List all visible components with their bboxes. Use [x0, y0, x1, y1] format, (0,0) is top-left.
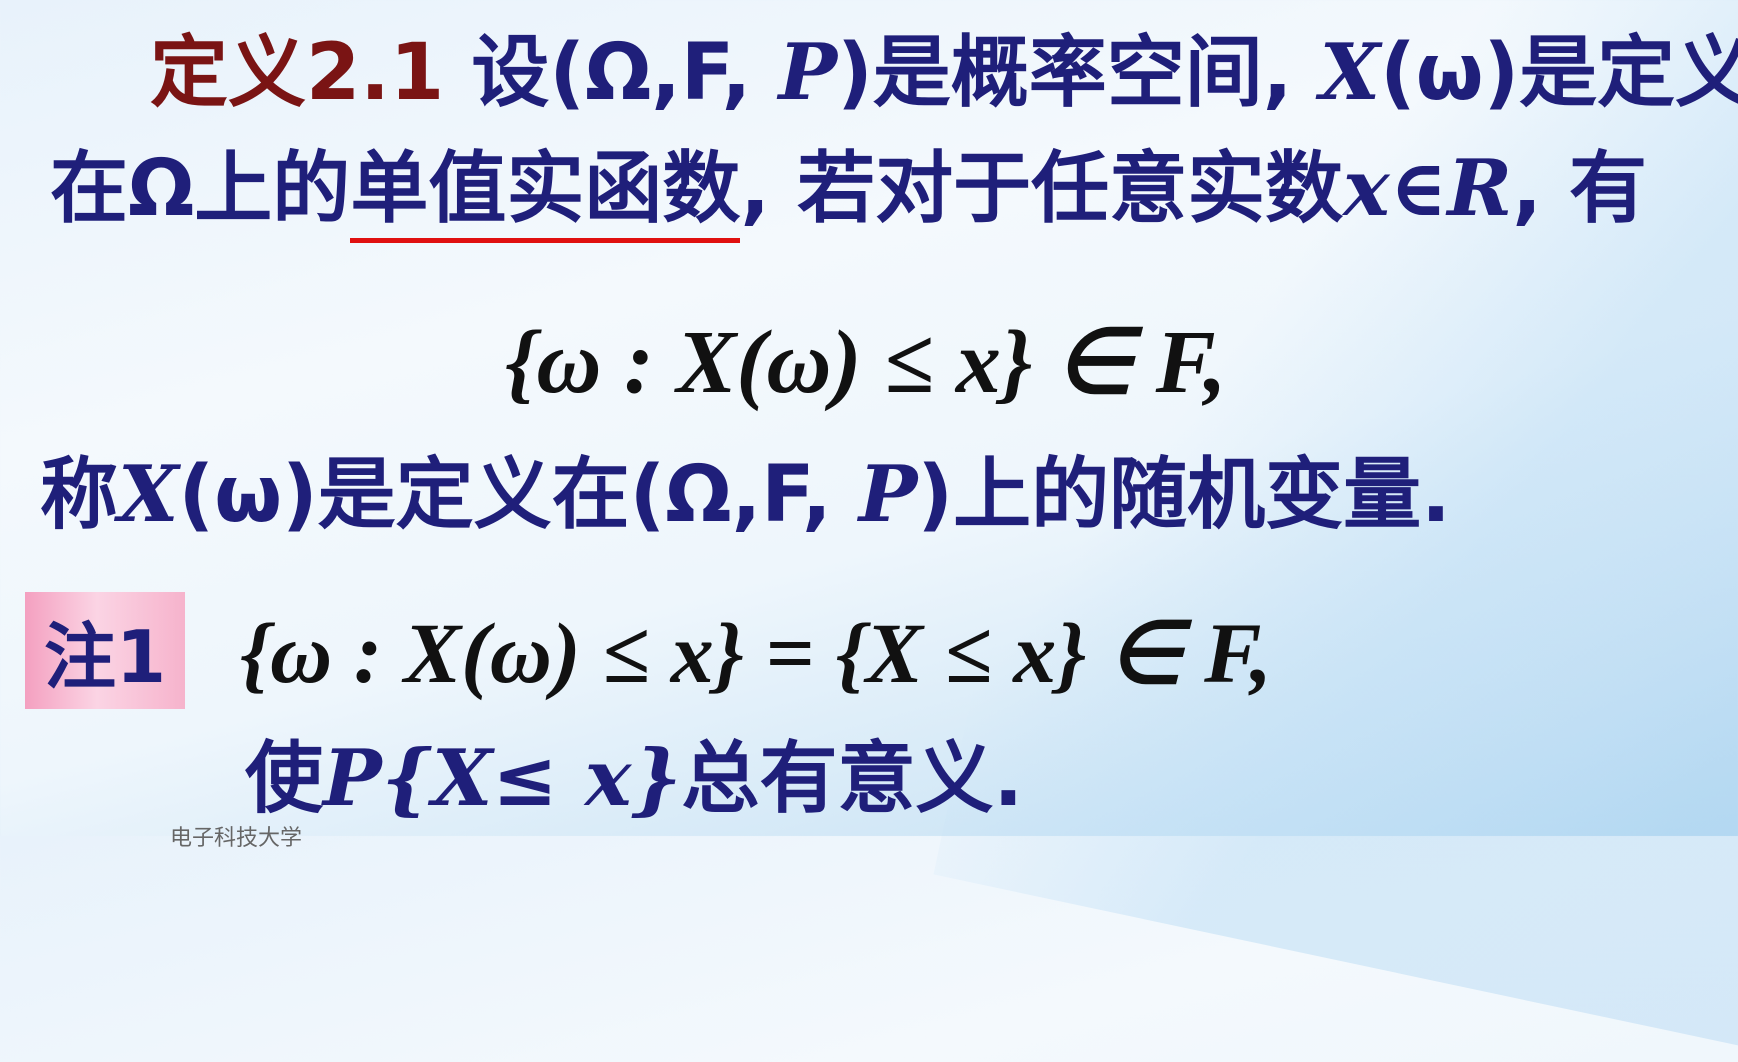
- note-formula: {ω : X(ω) ≤ x} = {X ≤ x} ∈ F,: [240, 605, 1272, 701]
- line3-p: P: [858, 449, 918, 540]
- note-tag: 注1: [25, 592, 185, 709]
- footer-university: 电子科技大学: [170, 825, 303, 850]
- random-variable-x: X: [1319, 27, 1381, 118]
- definition-label: 定义2.1: [150, 28, 445, 118]
- line3-text-b: (ω)是定义在(Ω,F,: [178, 450, 859, 540]
- line2-text-b: , 若对于任意实数: [740, 144, 1344, 234]
- definition-line-1: 定义2.1 设(Ω,F, P)是概率空间, X(ω)是定义: [150, 34, 1738, 113]
- definition-text-a: 设(Ω,F,: [444, 28, 779, 118]
- line2-text-a: 在Ω上的: [50, 144, 351, 234]
- definition-line-2: 在Ω上的单值实函数, 若对于任意实数x∈R, 有: [50, 144, 1647, 243]
- line3-text-a: 称: [40, 450, 119, 540]
- line3-x: X: [118, 449, 179, 540]
- note-text-a: 使: [245, 734, 324, 824]
- prob-symbol-p: P: [778, 27, 838, 118]
- slide: 定义2.1 设(Ω,F, P)是概率空间, X(ω)是定义 在Ω上的单值实函数,…: [0, 0, 1738, 1062]
- definition-text-b: )是概率空间,: [837, 28, 1320, 118]
- note-label: 注1: [43, 615, 167, 699]
- note-math: P{X≤ x}: [323, 733, 682, 824]
- line3-text-c: )上的随机变量.: [917, 450, 1451, 540]
- definition-line-3: 称X(ω)是定义在(Ω,F, P)上的随机变量.: [40, 456, 1451, 535]
- line2-math: x∈R: [1343, 143, 1513, 234]
- note-line-2: 使P{X≤ x}总有意义.: [245, 740, 1023, 819]
- underlined-term: 单值实函数: [350, 144, 741, 243]
- definition-text-c: (ω)是定义: [1380, 28, 1738, 118]
- note-text-b: 总有意义.: [681, 734, 1024, 824]
- formula-event: {ω : X(ω) ≤ x} ∈ F,: [505, 313, 1227, 412]
- line2-text-c: , 有: [1512, 144, 1647, 234]
